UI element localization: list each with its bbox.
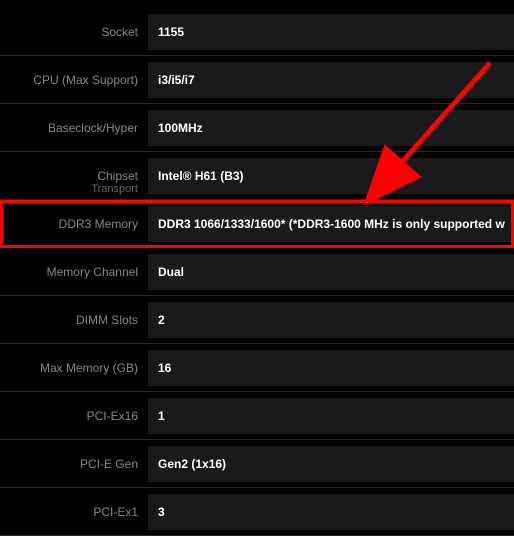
spec-label: DDR3 Memory xyxy=(0,217,148,231)
spec-label: PCI-Ex16 xyxy=(0,409,148,423)
spec-value: 3 xyxy=(148,494,514,530)
spec-row-baseclock-hyper: Baseclock/Hyper100MHz xyxy=(0,104,514,152)
spec-value: 1155 xyxy=(148,14,514,50)
spec-label: PCI-Ex1 xyxy=(0,505,148,519)
spec-label-secondary: Transport xyxy=(91,183,138,195)
spec-value: Gen2 (1x16) xyxy=(148,446,514,482)
spec-label: ChipsetTransport xyxy=(0,169,148,183)
spec-row-chipset: ChipsetTransportIntel® H61 (B3) xyxy=(0,152,514,200)
spec-value: DDR3 1066/1333/1600* (*DDR3-1600 MHz is … xyxy=(148,206,514,242)
spec-label: Socket xyxy=(0,25,148,39)
spec-value: 1 xyxy=(148,398,514,434)
spec-value: Dual xyxy=(148,254,514,290)
spec-value: 2 xyxy=(148,302,514,338)
spec-row-socket: Socket1155 xyxy=(0,8,514,56)
spec-row-pci-ex1: PCI-Ex13 xyxy=(0,488,514,536)
spec-table: Socket1155CPU (Max Support)i3/i5/i7Basec… xyxy=(0,0,514,536)
spec-row-dimm-slots: DIMM Slots2 xyxy=(0,296,514,344)
spec-value: 16 xyxy=(148,350,514,386)
spec-value: i3/i5/i7 xyxy=(148,62,514,98)
spec-row-pci-e-gen: PCI-E GenGen2 (1x16) xyxy=(0,440,514,488)
spec-label: DIMM Slots xyxy=(0,313,148,327)
spec-row-memory-channel: Memory ChannelDual xyxy=(0,248,514,296)
spec-row-ddr3-memory: DDR3 MemoryDDR3 1066/1333/1600* (*DDR3-1… xyxy=(0,200,514,248)
spec-value: 100MHz xyxy=(148,110,514,146)
spec-row-max-memory-gb-: Max Memory (GB)16 xyxy=(0,344,514,392)
spec-label: Memory Channel xyxy=(0,265,148,279)
spec-row-cpu-max-support-: CPU (Max Support)i3/i5/i7 xyxy=(0,56,514,104)
spec-label: PCI-E Gen xyxy=(0,457,148,471)
spec-label: CPU (Max Support) xyxy=(0,73,148,87)
spec-label: Baseclock/Hyper xyxy=(0,121,148,135)
spec-row-pci-ex16: PCI-Ex161 xyxy=(0,392,514,440)
spec-value: Intel® H61 (B3) xyxy=(148,158,514,194)
spec-label: Max Memory (GB) xyxy=(0,361,148,375)
